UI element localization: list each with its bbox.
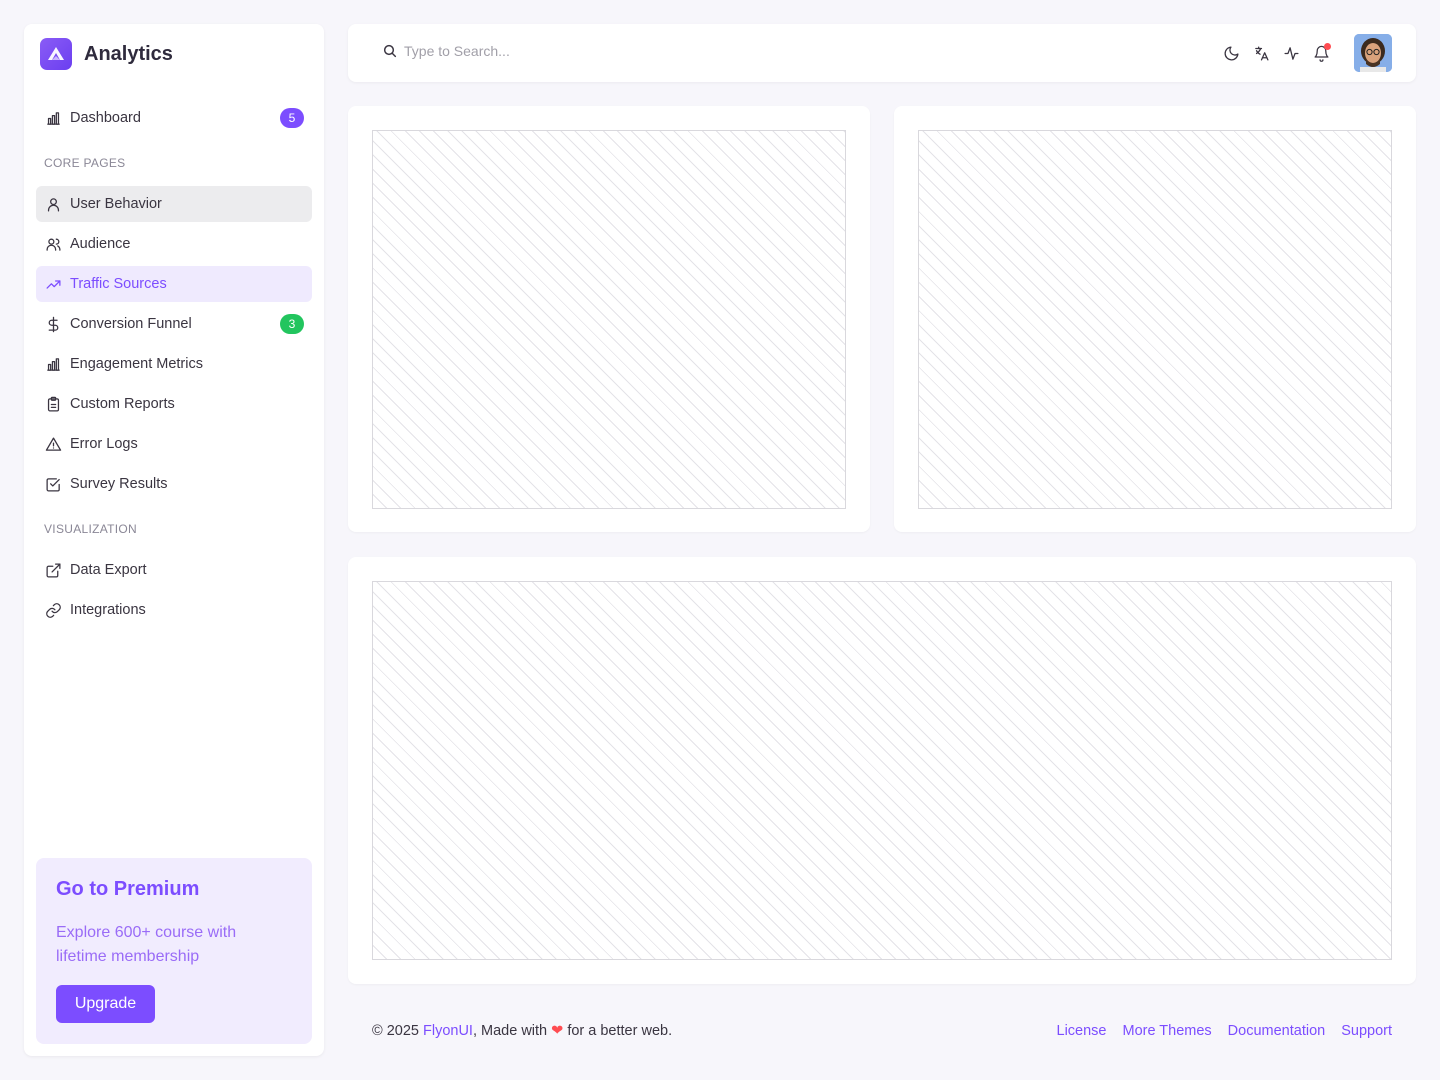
link-icon bbox=[44, 601, 62, 619]
sidebar-item-label: User Behavior bbox=[70, 196, 162, 212]
translate-icon[interactable] bbox=[1252, 43, 1270, 63]
made-with-text: , Made with bbox=[472, 1023, 552, 1039]
notification-dot bbox=[1324, 43, 1331, 50]
sidebar-item-label: Error Logs bbox=[70, 436, 138, 452]
chart-placeholder bbox=[372, 130, 846, 509]
chart-placeholder bbox=[372, 581, 1392, 960]
upgrade-button[interactable]: Upgrade bbox=[56, 985, 155, 1023]
alert-triangle-icon bbox=[44, 435, 62, 453]
topbar-icons bbox=[1222, 43, 1331, 63]
sidebar-item-conversion-funnel[interactable]: Conversion Funnel 3 bbox=[36, 306, 312, 342]
bell-icon[interactable] bbox=[1312, 43, 1331, 63]
search-icon bbox=[382, 43, 398, 59]
sidebar-item-engagement-metrics[interactable]: Engagement Metrics bbox=[36, 346, 312, 382]
sidebar-item-label: Integrations bbox=[70, 602, 146, 618]
footer-link-documentation[interactable]: Documentation bbox=[1228, 1023, 1326, 1039]
search-input[interactable] bbox=[404, 43, 704, 59]
sidebar-item-traffic-sources[interactable]: Traffic Sources bbox=[36, 266, 312, 302]
footer-copyright: © 2025 FlyonUI, Made with ❤ for a better… bbox=[372, 1023, 672, 1039]
sidebar-nav: Dashboard 5 CORE PAGES User Behavior Aud… bbox=[36, 100, 312, 632]
sidebar-item-label: Audience bbox=[70, 236, 131, 252]
sidebar-item-label: Dashboard bbox=[70, 110, 141, 126]
bar-chart-icon bbox=[44, 355, 62, 373]
sidebar-item-label: Data Export bbox=[70, 562, 147, 578]
chart-card-2 bbox=[894, 106, 1416, 532]
chart-card-wide bbox=[348, 557, 1416, 984]
clipboard-icon bbox=[44, 395, 62, 413]
chart-card-1 bbox=[348, 106, 870, 532]
users-icon bbox=[44, 235, 62, 253]
premium-title: Go to Premium bbox=[56, 878, 200, 900]
sidebar: Analytics Dashboard 5 CORE PAGES User Be… bbox=[24, 24, 324, 1056]
brand-logo-icon bbox=[40, 38, 72, 70]
premium-card: Go to Premium Explore 600+ course with l… bbox=[36, 858, 312, 1044]
footer-link-more-themes[interactable]: More Themes bbox=[1122, 1023, 1211, 1039]
sidebar-item-label: Custom Reports bbox=[70, 396, 175, 412]
avatar[interactable] bbox=[1354, 34, 1392, 72]
sidebar-item-dashboard[interactable]: Dashboard 5 bbox=[36, 100, 312, 136]
sidebar-item-label: Traffic Sources bbox=[70, 276, 167, 292]
moon-icon[interactable] bbox=[1222, 43, 1240, 63]
count-badge: 5 bbox=[280, 108, 304, 128]
footer-link-support[interactable]: Support bbox=[1341, 1023, 1392, 1039]
activity-icon[interactable] bbox=[1282, 43, 1300, 63]
sidebar-item-label: Engagement Metrics bbox=[70, 356, 203, 372]
topbar bbox=[348, 24, 1416, 82]
sidebar-item-survey-results[interactable]: Survey Results bbox=[36, 466, 312, 502]
copyright-text: © 2025 bbox=[372, 1023, 423, 1039]
footer-tail-text: for a better web. bbox=[563, 1023, 673, 1039]
brand[interactable]: Analytics bbox=[40, 38, 173, 70]
sidebar-item-custom-reports[interactable]: Custom Reports bbox=[36, 386, 312, 422]
premium-text: Explore 600+ course with lifetime member… bbox=[56, 924, 237, 965]
section-title-core: CORE PAGES bbox=[44, 156, 126, 170]
chart-placeholder bbox=[918, 130, 1392, 509]
sidebar-item-user-behavior[interactable]: User Behavior bbox=[36, 186, 312, 222]
sidebar-item-audience[interactable]: Audience bbox=[36, 226, 312, 262]
checkbox-icon bbox=[44, 475, 62, 493]
external-link-icon bbox=[44, 561, 62, 579]
sidebar-item-error-logs[interactable]: Error Logs bbox=[36, 426, 312, 462]
dollar-icon bbox=[44, 315, 62, 333]
footer-link-license[interactable]: License bbox=[1057, 1023, 1107, 1039]
section-title-visualization: VISUALIZATION bbox=[44, 522, 138, 536]
footer-links: License More Themes Documentation Suppor… bbox=[1057, 1023, 1393, 1039]
search[interactable] bbox=[382, 43, 704, 59]
user-icon bbox=[44, 195, 62, 213]
sidebar-item-integrations[interactable]: Integrations bbox=[36, 592, 312, 628]
sidebar-item-label: Survey Results bbox=[70, 476, 168, 492]
sidebar-item-data-export[interactable]: Data Export bbox=[36, 552, 312, 588]
heart-icon: ❤ bbox=[551, 1023, 564, 1039]
brand-link[interactable]: FlyonUI bbox=[423, 1023, 473, 1039]
trending-up-icon bbox=[44, 275, 62, 293]
count-badge: 3 bbox=[280, 314, 304, 334]
bar-chart-icon bbox=[44, 109, 62, 127]
sidebar-item-label: Conversion Funnel bbox=[70, 316, 192, 332]
brand-name: Analytics bbox=[84, 42, 173, 65]
